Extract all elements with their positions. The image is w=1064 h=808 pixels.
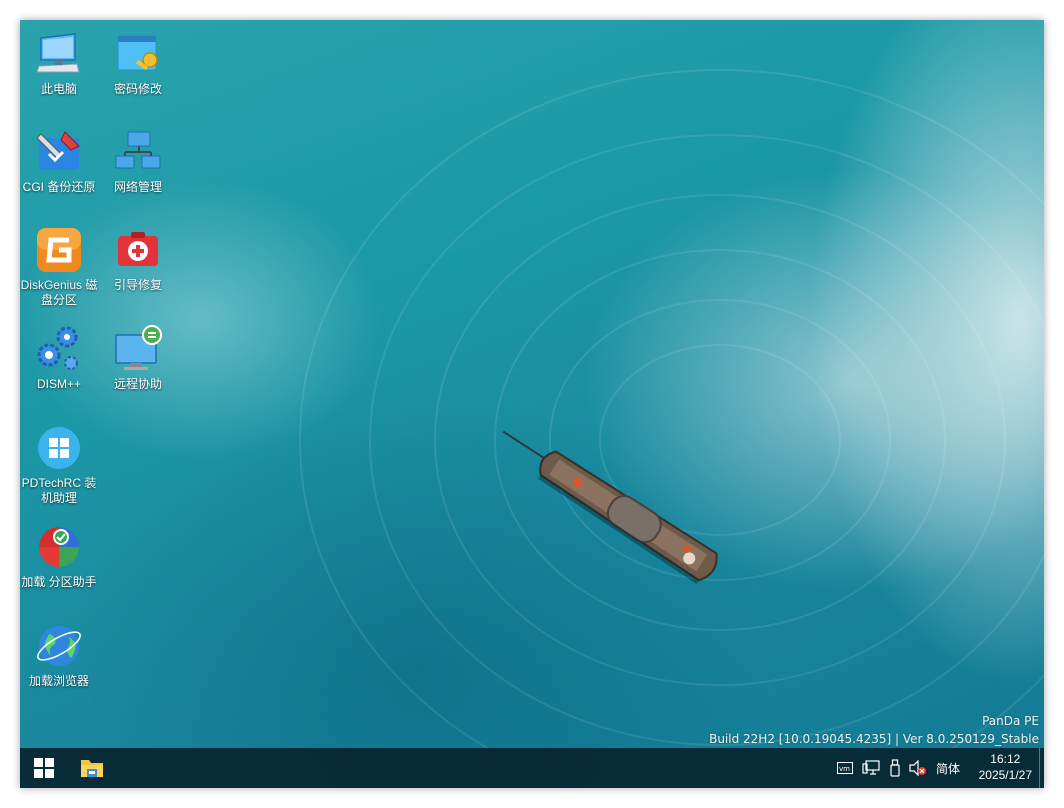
vmware-icon: vm [837,762,853,774]
desktop-icon-dism[interactable]: DISM++ [20,325,101,392]
network-monitor-icon [862,760,880,775]
gears-icon [37,326,78,370]
desktop-icon-boot-repair[interactable]: 引导修复 [96,226,180,293]
desktop-icon-this-pc[interactable]: 此电脑 [20,30,101,97]
desktop-icon-network-manager[interactable]: 网络管理 [96,128,180,195]
windows-start-icon [34,758,54,778]
desktop-icon-diskgenius[interactable]: DiskGenius 磁盘分区 [20,226,101,308]
desktop-icon-browser[interactable]: 加载浏览器 [20,622,101,689]
file-explorer-button[interactable] [70,748,114,788]
desktop-icon-password-change[interactable]: 密码修改 [96,30,180,97]
desktop-icon-label: DISM++ [36,377,81,391]
svg-text:vm: vm [839,765,850,773]
desktop-icon-label: 加载浏览器 [28,674,89,688]
desktop-icon-label: 网络管理 [113,180,162,194]
show-desktop-button[interactable] [1039,748,1044,788]
desktop-icon-pdtechrc[interactable]: PDTechRC 装机助理 [20,424,101,506]
tray-network[interactable] [858,748,884,788]
desktop-icon-partition-assistant[interactable]: 加载 分区助手 [20,523,101,590]
password-key-icon [117,35,158,71]
partition-assistant-icon [39,527,79,567]
ime-indicator[interactable]: 简体 [932,748,964,788]
remote-assist-icon [115,325,162,370]
desktop-icon-label: 引导修复 [113,278,162,292]
tray-volume[interactable] [906,748,930,788]
boat [502,430,718,584]
clock-time: 16:12 [990,752,1021,766]
clock-date: 2025/1/27 [978,768,1032,782]
boot-repair-icon [118,232,158,266]
desktop-icon-label: PDTechRC 装机助理 [21,476,97,505]
browser-globe-icon [37,626,81,666]
file-explorer-icon [81,760,103,777]
computer-icon [36,33,80,73]
taskbar-clock[interactable]: 16:12 2025/1/27 [979,751,1032,783]
taskbar: vm 简体 16:12 2025/1/27 [20,748,1044,788]
network-icon [115,131,161,169]
tray-vmware[interactable]: vm [832,748,858,788]
desktop-icon-label: DiskGenius 磁盘分区 [20,278,98,307]
desktop-icon-remote-assist[interactable]: 远程协助 [96,325,180,392]
usb-drive-icon [890,759,900,777]
diskgenius-icon [37,228,81,272]
desktop-icon-label: 此电脑 [40,82,77,96]
desktop-icon-cgi-backup[interactable]: CGI 备份还原 [20,128,101,195]
start-button[interactable] [22,748,66,788]
desktop[interactable]: 此电脑 密码修改 CGI 备份还原 网络管理 DiskGenius 磁盘分区 引… [20,20,1044,788]
tray-usb[interactable] [884,748,906,788]
pe-name-watermark: PanDa PE [982,714,1039,728]
desktop-icon-label: CGI 备份还原 [22,180,96,194]
desktop-icon-label: 密码修改 [113,82,162,96]
speaker-muted-icon [909,760,926,776]
backup-tool-icon [36,131,80,170]
desktop-icon-label: 远程协助 [113,377,162,391]
windows-logo-icon [38,427,80,469]
build-version-watermark: Build 22H2 [10.0.19045.4235] | Ver 8.0.2… [709,732,1039,746]
desktop-icon-label: 加载 分区助手 [21,575,97,589]
